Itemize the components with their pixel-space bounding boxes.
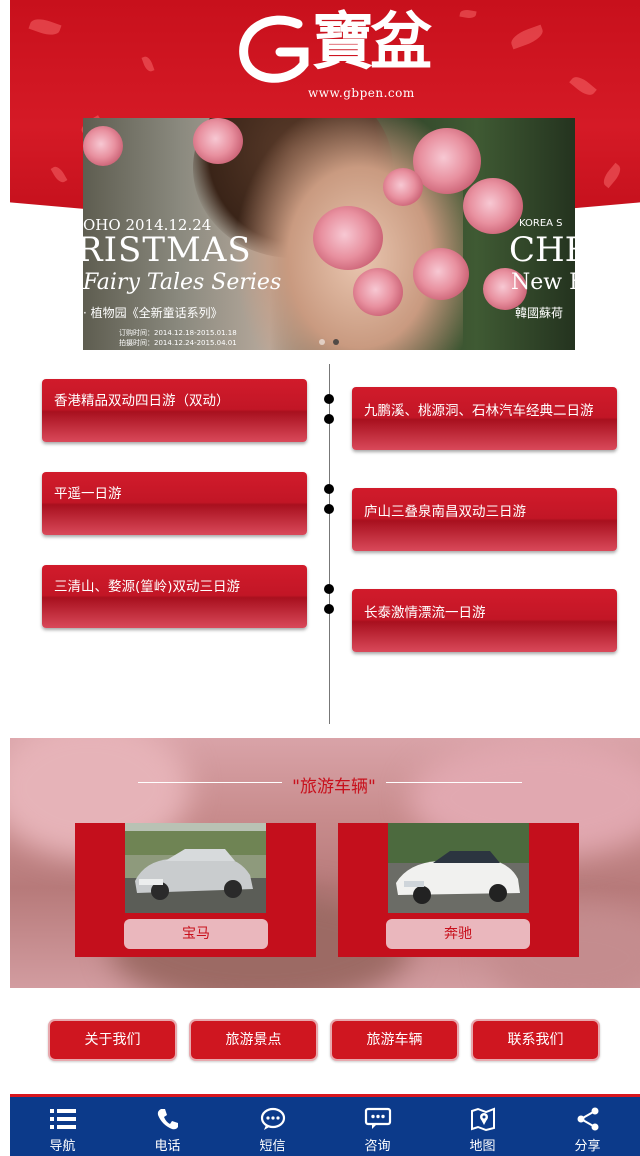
rose-decoration <box>313 206 383 270</box>
banner-title-right: CHR <box>509 230 575 270</box>
rose-decoration <box>413 128 481 194</box>
car-label-benz[interactable]: 奔驰 <box>386 919 530 949</box>
nav-label: 咨询 <box>364 1139 391 1154</box>
rose-decoration <box>463 178 523 234</box>
timeline-dot <box>324 584 334 594</box>
nav-label: 分享 <box>574 1139 601 1154</box>
menu-icon <box>49 1105 77 1133</box>
route-link[interactable]: 平遥一日游 <box>42 472 307 535</box>
nav-label: 地图 <box>469 1139 496 1154</box>
banner-subtitle-right: New F <box>511 270 575 295</box>
petal-decoration <box>569 73 597 99</box>
title-divider <box>138 782 282 783</box>
petal-decoration <box>508 24 546 50</box>
cars-section: "旅游车辆" 宝马 奔驰 <box>10 738 640 988</box>
car-photo-bmw <box>125 823 266 913</box>
petal-decoration <box>600 162 624 189</box>
car-label-bmw[interactable]: 宝马 <box>124 919 268 949</box>
contact-us-button[interactable]: 联系我们 <box>471 1019 600 1061</box>
attractions-button[interactable]: 旅游景点 <box>189 1019 318 1061</box>
car-card[interactable]: 宝马 <box>75 823 316 957</box>
slider-dot[interactable] <box>319 339 325 345</box>
timeline-dot <box>324 414 334 424</box>
rose-decoration <box>353 268 403 316</box>
banner-subtitle-left: Fairy Tales Series <box>83 270 282 295</box>
nav-item-chat[interactable]: 咨询 <box>325 1097 430 1156</box>
title-divider <box>386 782 522 783</box>
petal-decoration <box>50 164 68 185</box>
route-link[interactable]: 香港精品双动四日游（双动） <box>42 379 307 442</box>
rose-decoration <box>83 126 123 166</box>
banner-slider[interactable]: OHO 2014.12.24 RISTMAS Fairy Tales Serie… <box>83 118 575 350</box>
map-icon <box>469 1105 497 1133</box>
petal-decoration <box>141 55 155 73</box>
nav-label: 导航 <box>49 1139 76 1154</box>
route-link[interactable]: 长泰激情漂流一日游 <box>352 589 617 652</box>
logo-text: 寶盆 <box>312 5 432 78</box>
nav-item-share[interactable]: 分享 <box>535 1097 640 1156</box>
car-card[interactable]: 奔驰 <box>338 823 579 957</box>
rose-decoration <box>193 118 243 164</box>
about-us-button[interactable]: 关于我们 <box>48 1019 177 1061</box>
sms-icon <box>259 1105 287 1133</box>
phone-icon <box>154 1105 182 1133</box>
route-link[interactable]: 三清山、婺源(篁岭)双动三日游 <box>42 565 307 628</box>
petal-decoration <box>459 8 477 20</box>
banner-small-line-1: 订购时间：2014.12.18-2015.01.18 <box>119 329 237 337</box>
nav-item-phone[interactable]: 电话 <box>115 1097 220 1156</box>
banner-tag-right: KOREA S <box>519 218 563 229</box>
share-icon <box>574 1105 602 1133</box>
slider-dot-active[interactable] <box>333 339 339 345</box>
route-link[interactable]: 庐山三叠泉南昌双动三日游 <box>352 488 617 551</box>
banner-title-left: RISTMAS <box>83 230 252 270</box>
nav-item-sms[interactable]: 短信 <box>220 1097 325 1156</box>
timeline-dot <box>324 394 334 404</box>
cars-title: "旅游车辆" <box>292 777 376 797</box>
slider-pagination <box>313 339 345 347</box>
timeline-dot <box>324 504 334 514</box>
route-link[interactable]: 九鹏溪、桃源洞、石林汽车经典二日游 <box>352 387 617 450</box>
banner-small-line-2: 拍摄时间：2014.12.24-2015.04.01 <box>119 339 237 347</box>
nav-item-map[interactable]: 地图 <box>430 1097 535 1156</box>
rose-decoration <box>383 168 423 206</box>
bottom-nav: 导航 电话 短信 咨询 地图 分享 <box>10 1094 640 1156</box>
banner-caption-right: 韓國蘇荷 <box>515 306 564 320</box>
timeline-dot <box>324 484 334 494</box>
nav-item-menu[interactable]: 导航 <box>10 1097 115 1156</box>
car-photo-benz <box>388 823 529 913</box>
logo-url: www.gbpen.com <box>308 86 415 100</box>
nav-label: 电话 <box>154 1139 181 1154</box>
petal-decoration <box>28 15 62 39</box>
rose-decoration <box>413 248 469 300</box>
chat-icon <box>364 1105 392 1133</box>
banner-caption-left: · 植物园《全新童话系列》 <box>83 306 223 320</box>
nav-label: 短信 <box>259 1139 286 1154</box>
timeline-dot <box>324 604 334 614</box>
vehicles-button[interactable]: 旅游车辆 <box>330 1019 459 1061</box>
